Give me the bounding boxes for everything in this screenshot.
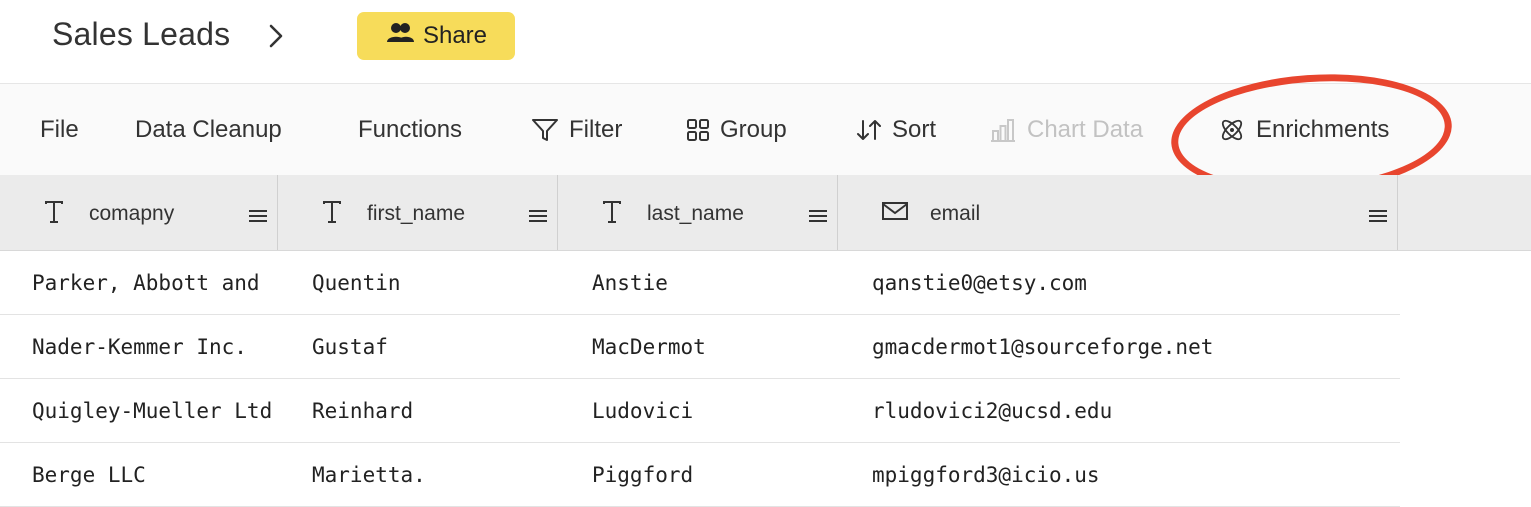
enrichments-button[interactable]: Enrichments bbox=[1218, 84, 1389, 175]
column-menu-icon[interactable] bbox=[809, 205, 827, 229]
table-header: comapny first_name last_name email bbox=[0, 175, 1531, 251]
cell-email[interactable]: gmacdermot1@sourceforge.net bbox=[872, 335, 1213, 359]
top-bar: Sales Leads Share bbox=[0, 0, 1531, 84]
cell-company[interactable]: Quigley-Mueller Ltd bbox=[32, 399, 282, 423]
filter-icon bbox=[531, 117, 559, 143]
column-label: first_name bbox=[367, 202, 466, 225]
filter-label: Filter bbox=[569, 115, 623, 143]
table-row[interactable]: Nader-Kemmer Inc. Gustaf MacDermot gmacd… bbox=[0, 315, 1400, 379]
data-cleanup-label: Data Cleanup bbox=[135, 115, 282, 143]
cell-last-name[interactable]: MacDermot bbox=[592, 335, 706, 359]
column-label: email bbox=[930, 202, 981, 225]
share-label: Share bbox=[422, 22, 488, 49]
cell-last-name[interactable]: Piggford bbox=[592, 463, 693, 487]
functions-menu[interactable]: Functions bbox=[358, 84, 462, 175]
filter-button[interactable]: Filter bbox=[531, 84, 622, 175]
cell-email[interactable]: mpiggford3@icio.us bbox=[872, 463, 1100, 487]
grid-icon bbox=[686, 118, 710, 142]
cell-first-name[interactable]: Quentin bbox=[312, 271, 401, 295]
functions-label: Functions bbox=[358, 115, 463, 143]
cell-email[interactable]: qanstie0@etsy.com bbox=[872, 271, 1087, 295]
column-label: last_name bbox=[647, 202, 744, 225]
chart-data-label: Chart Data bbox=[1027, 115, 1144, 143]
atom-icon bbox=[1218, 116, 1246, 144]
chevron-right-icon[interactable] bbox=[266, 22, 286, 55]
cell-first-name[interactable]: Reinhard bbox=[312, 399, 413, 423]
group-button[interactable]: Group bbox=[686, 84, 787, 175]
mail-icon bbox=[882, 201, 908, 227]
column-header-first-name[interactable]: first_name bbox=[278, 175, 558, 250]
cell-company[interactable]: Parker, Abbott and bbox=[32, 271, 278, 295]
column-header-comapny[interactable]: comapny bbox=[0, 175, 278, 250]
users-icon bbox=[385, 21, 415, 52]
file-menu[interactable]: File bbox=[40, 84, 79, 175]
table-row[interactable]: Parker, Abbott and Quentin Anstie qansti… bbox=[0, 251, 1400, 315]
bar-chart-icon bbox=[989, 117, 1017, 143]
column-menu-icon[interactable] bbox=[1369, 205, 1387, 229]
group-label: Group bbox=[720, 115, 787, 143]
sort-button[interactable]: Sort bbox=[856, 84, 936, 175]
cell-company[interactable]: Berge LLC bbox=[32, 463, 278, 487]
text-type-icon bbox=[44, 201, 64, 229]
sort-label: Sort bbox=[892, 115, 937, 143]
table-row[interactable]: Quigley-Mueller Ltd Reinhard Ludovici rl… bbox=[0, 379, 1400, 443]
chart-data-button[interactable]: Chart Data bbox=[989, 84, 1143, 175]
sort-arrows-icon bbox=[856, 117, 882, 143]
cell-last-name[interactable]: Ludovici bbox=[592, 399, 693, 423]
toolbar: File Data Cleanup Functions Filter Group bbox=[0, 84, 1531, 175]
column-header-email[interactable]: email bbox=[838, 175, 1398, 250]
column-header-last-name[interactable]: last_name bbox=[558, 175, 838, 250]
enrichments-label: Enrichments bbox=[1256, 115, 1390, 143]
column-label: comapny bbox=[89, 202, 175, 225]
table-row[interactable]: Berge LLC Marietta. Piggford mpiggford3@… bbox=[0, 443, 1400, 507]
page-title: Sales Leads bbox=[52, 16, 231, 52]
column-menu-icon[interactable] bbox=[249, 205, 267, 229]
text-type-icon bbox=[322, 201, 342, 229]
file-menu-label: File bbox=[40, 115, 79, 143]
cell-first-name[interactable]: Marietta. bbox=[312, 463, 426, 487]
share-button[interactable]: Share bbox=[357, 12, 515, 60]
cell-company[interactable]: Nader-Kemmer Inc. bbox=[32, 335, 278, 359]
cell-first-name[interactable]: Gustaf bbox=[312, 335, 388, 359]
cell-email[interactable]: rludovici2@ucsd.edu bbox=[872, 399, 1112, 423]
text-type-icon bbox=[602, 201, 622, 229]
data-cleanup-menu[interactable]: Data Cleanup bbox=[135, 84, 282, 175]
cell-last-name[interactable]: Anstie bbox=[592, 271, 668, 295]
column-menu-icon[interactable] bbox=[529, 205, 547, 229]
